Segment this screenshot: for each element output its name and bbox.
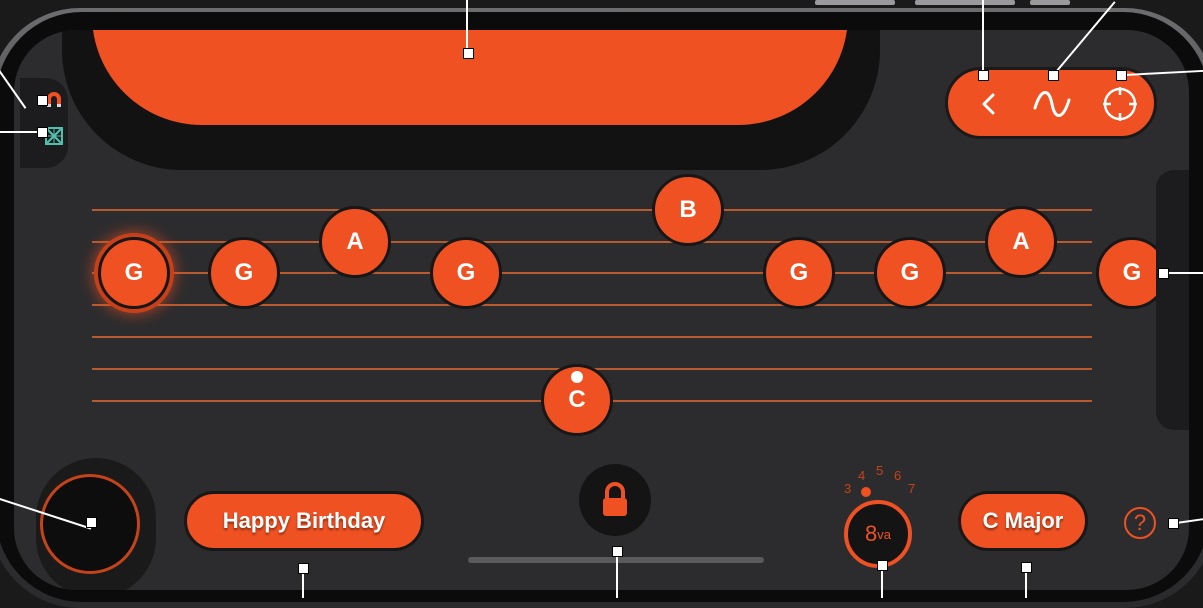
callout-line (0, 131, 38, 133)
help-label: ? (1133, 510, 1147, 535)
callout-marker (877, 560, 888, 571)
note-button[interactable]: G (430, 237, 502, 309)
note-button[interactable]: G (763, 237, 835, 309)
device-button (1030, 0, 1070, 5)
top-panel[interactable] (92, 30, 848, 125)
callout-marker (1168, 518, 1179, 529)
wave-icon[interactable] (1032, 84, 1072, 124)
callout-line (466, 0, 468, 50)
note-label: G (900, 259, 920, 286)
staff-line (92, 209, 1092, 211)
octave-number[interactable]: 3 (844, 481, 851, 496)
note-label: A (1012, 228, 1030, 255)
note-label: G (234, 259, 254, 286)
note-button[interactable]: G (874, 237, 946, 309)
note-button[interactable]: C (541, 364, 613, 436)
callout-marker (37, 127, 48, 138)
note-label: G (789, 259, 809, 286)
octave-label: 8 (865, 521, 878, 546)
callout-marker (1158, 268, 1169, 279)
callout-marker (978, 70, 989, 81)
note-label: G (124, 259, 144, 286)
callout-line (982, 0, 984, 72)
callout-line (1164, 272, 1203, 274)
note-label: A (346, 228, 364, 255)
callout-marker (1048, 70, 1059, 81)
app-screen: G G A G C B G G A G Happy Birthday 3 4 5… (14, 30, 1189, 590)
callout-marker (298, 563, 309, 574)
key-button-label: C Major (982, 508, 1064, 533)
octave-indicator (861, 487, 871, 497)
crosshair-icon[interactable] (1100, 84, 1140, 124)
song-button[interactable]: Happy Birthday (184, 491, 424, 551)
callout-marker (86, 517, 97, 528)
device-button (815, 0, 895, 5)
note-label: B (679, 196, 697, 223)
callout-marker (612, 546, 623, 557)
side-handle[interactable] (1156, 170, 1189, 430)
note-button[interactable]: A (985, 206, 1057, 278)
callout-line (616, 553, 618, 598)
staff-line (92, 336, 1092, 338)
lock-button[interactable] (579, 464, 651, 536)
octave-number[interactable]: 4 (858, 468, 865, 483)
lock-icon (603, 482, 627, 516)
note-dot (571, 371, 583, 383)
octave-number[interactable]: 7 (908, 481, 915, 496)
callout-marker (37, 95, 48, 106)
help-icon[interactable]: ? (1124, 507, 1156, 539)
note-label: G (1122, 259, 1142, 286)
note-button[interactable]: A (319, 206, 391, 278)
octave-number[interactable]: 5 (876, 463, 883, 478)
note-button[interactable]: G (98, 237, 170, 309)
note-button[interactable]: B (652, 174, 724, 246)
octave-button[interactable]: 8 va (844, 500, 912, 568)
note-label: G (456, 259, 476, 286)
callout-marker (1021, 562, 1032, 573)
octave-superscript: va (877, 526, 891, 542)
chevron-left-icon[interactable] (968, 84, 1008, 124)
callout-marker (1116, 70, 1127, 81)
device-button (915, 0, 1015, 5)
song-button-label: Happy Birthday (222, 508, 386, 533)
callout-line (302, 570, 304, 598)
callout-marker (463, 48, 474, 59)
note-label: C (568, 386, 586, 413)
key-button[interactable]: C Major (958, 491, 1088, 551)
note-button[interactable]: G (208, 237, 280, 309)
octave-number[interactable]: 6 (894, 468, 901, 483)
